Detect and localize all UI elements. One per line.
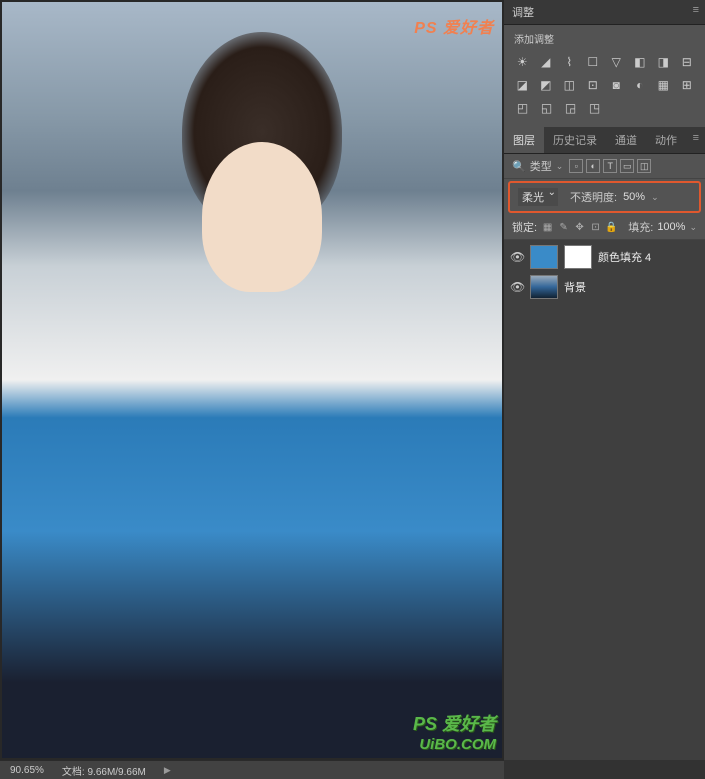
fill-value[interactable]: 100%: [657, 221, 685, 233]
document-image: PS 爱好者 PS 爱好者 UiBO.COM: [2, 2, 502, 758]
layer-name[interactable]: 背景: [564, 279, 586, 295]
layer-row[interactable]: 👁 颜色填充 4: [504, 242, 705, 272]
tab-channels[interactable]: 通道: [606, 127, 646, 153]
vibrance-icon[interactable]: ▽: [608, 53, 625, 70]
filter-type-label[interactable]: 类型: [530, 158, 552, 174]
adjustments-panel: 添加调整 ☀ ◢ ⌇ ☐ ▽ ◧ ◨ ⊟ ◪ ◩ ◫ ⊡ ◙ ◐ ▦ ⊞: [504, 25, 705, 127]
opacity-value[interactable]: 50%: [623, 191, 645, 203]
box4-icon[interactable]: ◲: [562, 99, 579, 116]
bw-icon[interactable]: ◨: [655, 53, 672, 70]
box-icon[interactable]: ⊞: [679, 76, 696, 93]
filter-smart-icon[interactable]: ◫: [637, 159, 651, 173]
filter-pixel-icon[interactable]: ▫: [569, 159, 583, 173]
box3-icon[interactable]: ◱: [538, 99, 555, 116]
layer-thumb-mask[interactable]: [564, 245, 592, 269]
photo-filter-icon[interactable]: ⊟: [679, 53, 696, 70]
opacity-label: 不透明度:: [570, 189, 617, 205]
layers-list: 👁 颜色填充 4 👁 背景: [504, 240, 705, 760]
box2-icon[interactable]: ◰: [514, 99, 531, 116]
posterize-icon[interactable]: ⊡: [585, 76, 602, 93]
layer-thumb-fill[interactable]: [530, 245, 558, 269]
filter-shape-icon[interactable]: ▭: [620, 159, 634, 173]
box5-icon[interactable]: ◳: [586, 99, 603, 116]
curves-icon[interactable]: ⌇: [561, 53, 578, 70]
doc-size-label: 文档:: [62, 767, 85, 778]
levels-icon[interactable]: ◢: [538, 53, 555, 70]
tab-actions[interactable]: 动作: [646, 127, 686, 153]
add-adjustment-label: 添加调整: [514, 31, 695, 46]
search-icon[interactable]: 🔍: [512, 160, 526, 173]
brightness-icon[interactable]: ☀: [514, 53, 531, 70]
tab-history[interactable]: 历史记录: [544, 127, 606, 153]
filter-text-icon[interactable]: T: [603, 159, 617, 173]
watermark-top: PS 爱好者: [414, 14, 494, 38]
status-bar: 90.65% 文档: 9.66M/9.66M ▶: [0, 760, 504, 779]
canvas-area[interactable]: PS 爱好者 PS 爱好者 UiBO.COM: [0, 0, 504, 760]
lock-artboard-icon[interactable]: ⊡: [589, 221, 602, 234]
panel-menu-icon[interactable]: ≡: [687, 127, 705, 153]
visibility-toggle-icon[interactable]: 👁: [510, 280, 524, 294]
invert-icon[interactable]: ◫: [561, 76, 578, 93]
panel-tabs: 图层 历史记录 通道 动作 ≡: [504, 127, 705, 154]
visibility-toggle-icon[interactable]: 👁: [510, 250, 524, 264]
lock-fill-row: 锁定: ▦ ✎ ✥ ⊡ 🔒 填充: 100% ⌄: [504, 215, 705, 240]
right-panels: 调整 添加调整 ☀ ◢ ⌇ ☐ ▽ ◧ ◨ ⊟ ◪ ◩ ◫ ⊡ ◙ ◐ ▦ ⊞: [504, 0, 705, 760]
tab-layers[interactable]: 图层: [504, 127, 544, 153]
selective-color-icon[interactable]: ▦: [655, 76, 672, 93]
lock-all-icon[interactable]: 🔒: [605, 221, 618, 234]
threshold-icon[interactable]: ◙: [608, 76, 625, 93]
layer-name[interactable]: 颜色填充 4: [598, 249, 651, 265]
adjustments-panel-title: 调整: [504, 0, 705, 25]
gradient-map-icon[interactable]: ◐: [632, 76, 649, 93]
filter-adjust-icon[interactable]: ◐: [586, 159, 600, 173]
watermark-mid: PS 爱好者: [413, 710, 496, 736]
hue-icon[interactable]: ◧: [632, 53, 649, 70]
watermark-bottom: UiBO.COM: [419, 736, 496, 753]
fill-label: 填充:: [628, 219, 653, 235]
doc-size-value: 9.66M/9.66M: [87, 767, 145, 778]
layer-filter-row: 🔍 类型 ⌄ ▫ ◐ T ▭ ◫: [504, 154, 705, 179]
lock-transparent-icon[interactable]: ▦: [541, 221, 554, 234]
zoom-level[interactable]: 90.65%: [10, 765, 44, 776]
blend-opacity-row: 柔光 不透明度: 50% ⌄: [508, 181, 701, 213]
channel-mixer-icon[interactable]: ◪: [514, 76, 531, 93]
status-arrow-icon[interactable]: ▶: [164, 765, 171, 776]
lock-position-icon[interactable]: ✥: [573, 221, 586, 234]
layer-thumb-image[interactable]: [530, 275, 558, 299]
layer-row[interactable]: 👁 背景: [504, 272, 705, 302]
blend-mode-select[interactable]: 柔光: [518, 188, 558, 206]
lock-label: 锁定:: [512, 219, 537, 235]
lock-paint-icon[interactable]: ✎: [557, 221, 570, 234]
exposure-icon[interactable]: ☐: [585, 53, 602, 70]
color-lookup-icon[interactable]: ◩: [538, 76, 555, 93]
